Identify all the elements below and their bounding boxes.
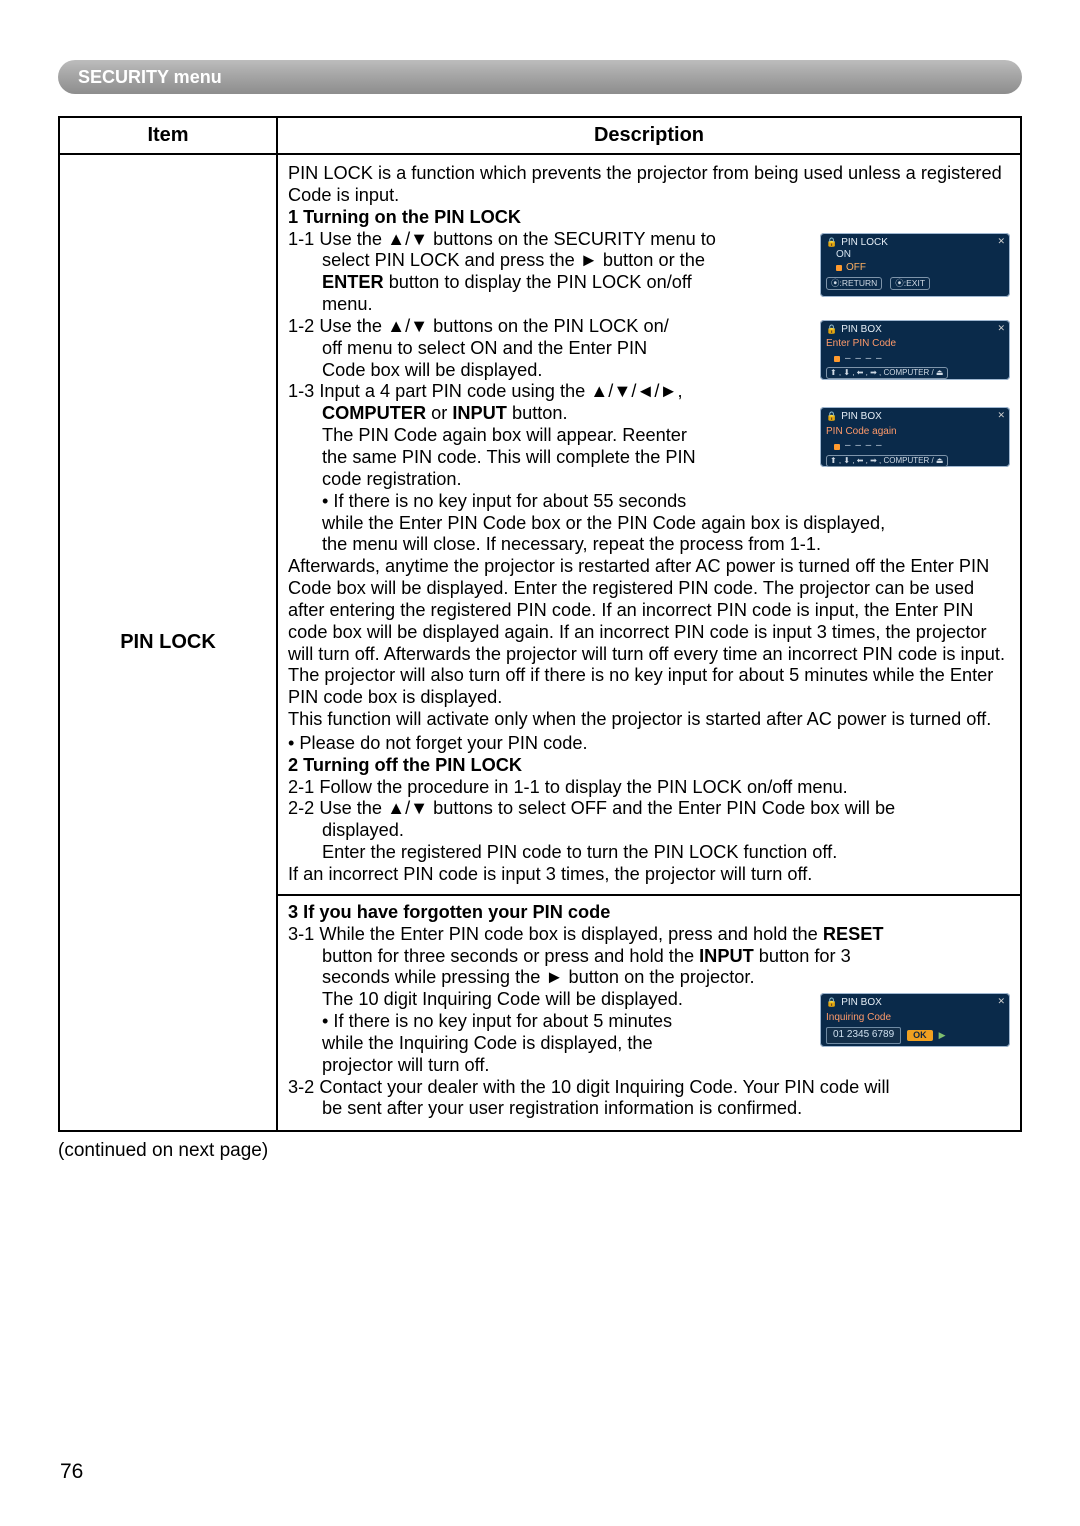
osd-option-off: OFF [836,262,1004,275]
section2-heading: 2 Turning off the PIN LOCK [288,755,1010,777]
osd-pin-again: ✕ PIN BOX PIN Code again – – – – ⬆ , ⬇ ,… [820,407,1010,467]
bullet-55sec-c: the menu will close. If necessary, repea… [288,534,1010,556]
close-icon: ✕ [997,996,1005,1007]
step-3-1-a: 3-1 While the Enter PIN code box is disp… [288,924,1010,946]
security-table: Item Description PIN LOCK PIN LOCK is a … [58,116,1022,1132]
chevron-right-icon: ▶ [939,1030,946,1041]
section2-footer: If an incorrect PIN code is input 3 time… [288,864,1010,886]
step-2-2-a: 2-2 Use the ▲/▼ buttons to select OFF an… [288,798,1010,820]
pin-again-label: PIN Code again [826,426,1004,439]
inquiring-label: Inquiring Code [826,1012,1004,1025]
osd-return: ⦿:RETURN [826,277,882,290]
step-3-2-b: be sent after your user registration inf… [288,1098,1010,1120]
description-cell: PIN LOCK is a function which prevents th… [277,154,1021,1131]
osd-exit: ⦿:EXIT [890,277,930,290]
step-2-2-c: Enter the registered PIN code to turn th… [288,842,1010,864]
section1-heading: 1 Turning on the PIN LOCK [288,207,1010,229]
bullet-55sec-a: • If there is no key input for about 55 … [288,491,1010,513]
osd-option-on: ON [836,249,1004,262]
osd-pinlock-onoff: ✕ PIN LOCK ON OFF ⦿:RETURN ⦿:EXIT [820,233,1010,297]
osd-inquiring-code: ✕ PIN BOX Inquiring Code 01 2345 6789 OK… [820,993,1010,1047]
inquiring-code-value: 01 2345 6789 [826,1027,901,1044]
section3-block: 3 If you have forgotten your PIN code 3-… [278,894,1020,1120]
step-1-3-a: 1-3 Input a 4 part PIN code using the ▲/… [288,381,1010,403]
step-2-2-b: displayed. [288,820,1010,842]
step-1-3-e: code registration. [288,469,1010,491]
enter-pin-label: Enter PIN Code [826,338,1004,351]
lock-icon [826,411,837,424]
lock-icon [826,324,837,337]
dir-buttons-hint: ⬆ , ⬇ , ⬅ , ➡ , COMPUTER / ⏏ [826,455,948,467]
bullet-dont-forget: • Please do not forget your PIN code. [288,733,1010,755]
section3-heading: 3 If you have forgotten your PIN code [288,902,1010,924]
activate-note: This function will activate only when th… [288,709,1010,731]
step-3-1-c: seconds while pressing the ► button on t… [288,967,1010,989]
dir-buttons-hint: ⬆ , ⬇ , ⬅ , ➡ , COMPUTER / ⏏ [826,367,948,379]
afterwards-para: Afterwards, anytime the projector is res… [288,556,1010,709]
lock-icon [826,237,837,250]
menu-title-bar: SECURITY menu [58,60,1022,94]
close-icon: ✕ [997,410,1005,421]
intro-text: PIN LOCK is a function which prevents th… [288,163,1010,207]
bullet-5min-c: projector will turn off. [288,1055,1010,1077]
header-item: Item [59,117,277,154]
close-icon: ✕ [997,236,1005,247]
osd-enter-pin: ✕ PIN BOX Enter PIN Code – – – – ⬆ , ⬇ ,… [820,320,1010,380]
lock-icon [826,997,837,1010]
menu-title: SECURITY menu [78,67,222,87]
close-icon: ✕ [997,323,1005,334]
page-number: 76 [60,1460,83,1484]
step-3-1-b: button for three seconds or press and ho… [288,946,1010,968]
ok-button: OK [907,1030,933,1041]
step-1-1-d: menu. [288,294,1010,316]
continued-note: (continued on next page) [58,1140,1022,1162]
step-2-1: 2-1 Follow the procedure in 1-1 to displ… [288,777,1010,799]
step-3-2-a: 3-2 Contact your dealer with the 10 digi… [288,1077,1010,1099]
header-description: Description [277,117,1021,154]
bullet-55sec-b: while the Enter PIN Code box or the PIN … [288,513,1010,535]
row-label-pinlock: PIN LOCK [59,154,277,1131]
